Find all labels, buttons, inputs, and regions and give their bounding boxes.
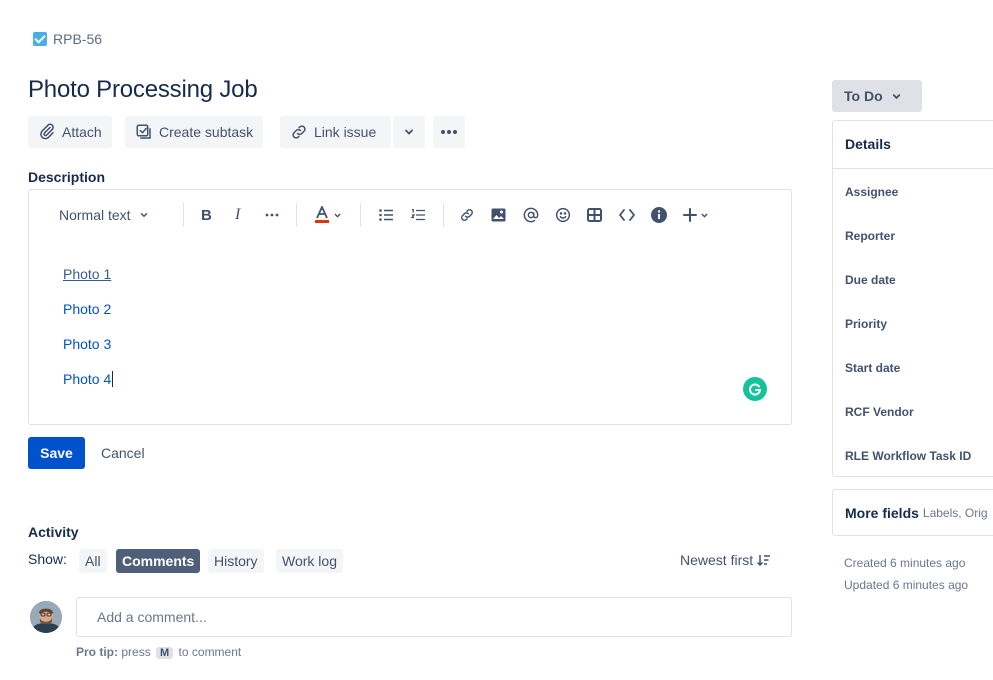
activity-heading: Activity <box>28 524 79 540</box>
description-link-photo-2[interactable]: Photo 2 <box>63 301 111 317</box>
attach-button[interactable]: Attach <box>28 116 112 148</box>
description-label: Description <box>28 169 106 185</box>
grammarly-icon[interactable] <box>743 377 767 401</box>
pro-tip-suffix: to comment <box>178 645 242 659</box>
status-label: To Do <box>844 88 883 104</box>
link-icon[interactable] <box>459 204 475 226</box>
show-label: Show: <box>28 551 67 567</box>
text-style-label: Normal text <box>59 207 131 223</box>
create-subtask-label: Create subtask <box>159 124 254 140</box>
text-caret <box>112 371 114 387</box>
avatar <box>30 601 62 633</box>
photo-4-text: Photo 4 <box>63 371 112 387</box>
description-editor[interactable]: Normal text B I Photo 1 Photo 2 Photo 3 … <box>28 189 792 425</box>
chevron-down-icon <box>892 93 900 99</box>
more-actions-button[interactable] <box>433 116 465 148</box>
link-issue-button[interactable]: Link issue <box>280 116 391 148</box>
field-rle-workflow-task-id: RLE Workflow Task ID <box>845 449 972 463</box>
cancel-button[interactable]: Cancel <box>92 437 154 469</box>
more-fields-summary: Labels, Orig <box>922 505 988 520</box>
filter-history[interactable]: History <box>208 549 264 573</box>
description-link-photo-4[interactable]: Photo 4 <box>63 371 114 387</box>
insert-more-icon[interactable] <box>683 204 709 226</box>
field-start-date: Start date <box>845 361 901 375</box>
link-issue-label: Link issue <box>314 124 377 140</box>
subtask-icon <box>136 124 151 139</box>
breadcrumb[interactable]: RPB-56 <box>33 31 102 47</box>
text-style-dropdown[interactable]: Normal text <box>59 204 149 226</box>
filter-work-log[interactable]: Work log <box>276 549 343 573</box>
bullet-list-icon[interactable] <box>379 204 393 226</box>
description-link-photo-3[interactable]: Photo 3 <box>63 336 111 352</box>
sort-newest-first[interactable]: Newest first <box>680 552 771 568</box>
emoji-icon[interactable] <box>555 204 571 226</box>
task-checkbox-icon <box>33 32 47 46</box>
description-link-photo-1[interactable]: Photo 1 <box>63 266 111 282</box>
comment-placeholder: Add a comment... <box>97 609 207 625</box>
italic-icon[interactable]: I <box>235 204 240 226</box>
details-panel: Details Assignee Reporter Due date Prior… <box>832 120 993 477</box>
filter-all[interactable]: All <box>79 549 107 573</box>
info-panel-icon[interactable] <box>651 204 667 226</box>
sort-icon <box>757 555 771 566</box>
image-icon[interactable] <box>491 204 506 226</box>
attach-label: Attach <box>62 124 102 140</box>
save-button[interactable]: Save <box>28 437 85 469</box>
numbered-list-icon[interactable] <box>411 204 425 226</box>
chevron-down-icon <box>405 129 413 135</box>
status-dropdown[interactable]: To Do <box>832 80 922 112</box>
keyboard-shortcut-key: M <box>156 647 174 659</box>
more-fields-section[interactable]: More fields Labels, Orig <box>832 489 993 536</box>
page-title[interactable]: Photo Processing Job <box>28 76 258 104</box>
field-priority: Priority <box>845 317 888 331</box>
updated-timestamp: Updated 6 minutes ago <box>844 578 969 592</box>
link-issue-dropdown[interactable] <box>393 116 425 148</box>
more-icon <box>441 130 457 134</box>
issue-key[interactable]: RPB-56 <box>53 31 102 47</box>
create-subtask-button[interactable]: Create subtask <box>125 116 264 148</box>
more-formatting-icon[interactable] <box>265 204 279 226</box>
field-reporter: Reporter <box>845 229 896 243</box>
field-assignee: Assignee <box>845 185 899 199</box>
mention-icon[interactable] <box>523 204 539 226</box>
field-rcf-vendor: RCF Vendor <box>845 405 914 419</box>
pro-tip-press: press <box>121 645 151 659</box>
filter-comments[interactable]: Comments <box>116 549 201 573</box>
more-fields-heading: More fields <box>845 504 919 521</box>
pro-tip-label: Pro tip: <box>76 645 118 659</box>
bold-icon[interactable]: B <box>201 204 212 226</box>
paperclip-icon <box>40 123 54 140</box>
chevron-down-icon <box>140 213 147 218</box>
sort-label: Newest first <box>680 552 754 568</box>
link-icon <box>292 125 306 139</box>
details-heading[interactable]: Details <box>845 136 891 152</box>
comment-input[interactable]: Add a comment... <box>76 597 792 637</box>
pro-tip: Pro tip: press M to comment <box>76 645 241 659</box>
field-due-date: Due date <box>845 273 896 287</box>
text-color-icon[interactable] <box>314 204 342 226</box>
table-icon[interactable] <box>587 204 602 226</box>
created-timestamp: Created 6 minutes ago <box>844 556 966 570</box>
code-icon[interactable] <box>619 204 635 226</box>
